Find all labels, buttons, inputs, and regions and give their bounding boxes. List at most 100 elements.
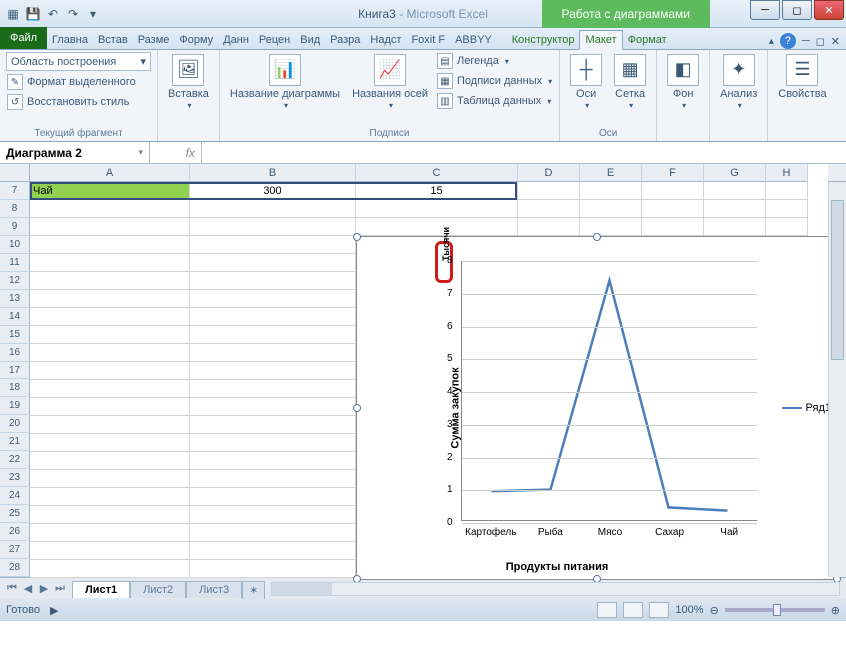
cell[interactable] (190, 434, 356, 452)
row-header[interactable]: 26 (0, 523, 30, 541)
doc-close-icon[interactable]: ✕ (831, 35, 840, 48)
file-tab[interactable]: Файл (0, 27, 47, 49)
gridlines-button[interactable]: ▦Сетка (610, 52, 650, 126)
resize-handle[interactable] (353, 233, 361, 241)
sheet-tab[interactable]: Лист1 (72, 581, 130, 598)
tab-insert[interactable]: Встав (93, 31, 133, 49)
zoom-level[interactable]: 100% (675, 604, 703, 616)
cell[interactable] (30, 524, 190, 542)
tab-developer[interactable]: Разра (325, 31, 365, 49)
column-header[interactable]: G (704, 164, 766, 182)
row-header[interactable]: 20 (0, 415, 30, 433)
cell[interactable] (518, 218, 580, 236)
cell[interactable] (190, 308, 356, 326)
reset-style-button[interactable]: ↺ Восстановить стиль (6, 93, 151, 111)
minimize-ribbon-icon[interactable]: ▴ (769, 36, 774, 47)
cell[interactable] (190, 290, 356, 308)
page-break-view-button[interactable] (649, 602, 669, 618)
tab-foxit[interactable]: Foxit F (406, 31, 450, 49)
column-header[interactable]: F (642, 164, 704, 182)
redo-icon[interactable]: ↷ (64, 5, 82, 23)
row-header[interactable]: 28 (0, 559, 30, 577)
cell[interactable] (30, 470, 190, 488)
cell[interactable] (30, 542, 190, 560)
row-header[interactable]: 24 (0, 487, 30, 505)
fx-button[interactable]: fx (150, 142, 202, 163)
data-table-button[interactable]: ▥Таблица данных (436, 92, 553, 110)
axis-titles-button[interactable]: 📈 Названия осей (348, 52, 432, 126)
tab-view[interactable]: Вид (295, 31, 325, 49)
new-sheet-button[interactable]: ✶ (242, 581, 265, 599)
name-box[interactable]: Диаграмма 2▾ (0, 142, 150, 163)
zoom-thumb[interactable] (773, 604, 781, 616)
cell[interactable] (30, 200, 190, 218)
sheet-nav-prev[interactable]: ◀ (20, 582, 36, 595)
cell[interactable] (190, 398, 356, 416)
save-icon[interactable]: 💾 (24, 5, 42, 23)
analysis-button[interactable]: ✦Анализ (716, 52, 761, 126)
sheet-nav-next[interactable]: ▶ (36, 582, 52, 595)
maximize-button[interactable]: ◻ (782, 0, 812, 20)
cell[interactable]: Чай (30, 182, 190, 200)
cell[interactable] (518, 182, 580, 200)
cell[interactable] (30, 380, 190, 398)
chart-object[interactable]: Сумма закупок Тысячи Ряд1 Продукты питан… (356, 236, 838, 580)
cell[interactable] (30, 326, 190, 344)
cell[interactable] (190, 470, 356, 488)
cell[interactable] (190, 560, 356, 578)
cell[interactable] (30, 290, 190, 308)
cell[interactable] (190, 200, 356, 218)
tab-review[interactable]: Рецен (254, 31, 295, 49)
zoom-slider[interactable] (725, 608, 825, 612)
sheet-nav-first[interactable]: ⏮ (4, 582, 20, 595)
help-icon[interactable]: ? (780, 33, 796, 49)
cell[interactable] (190, 272, 356, 290)
close-button[interactable]: ✕ (814, 0, 844, 20)
cell[interactable] (190, 506, 356, 524)
cell[interactable] (766, 218, 808, 236)
background-button[interactable]: ◧Фон (663, 52, 703, 126)
normal-view-button[interactable] (597, 602, 617, 618)
cell[interactable] (190, 254, 356, 272)
vertical-scrollbar[interactable] (828, 182, 846, 577)
cell[interactable] (30, 452, 190, 470)
doc-minimize-icon[interactable]: ─ (802, 35, 810, 47)
cell[interactable] (190, 416, 356, 434)
tab-abbyy[interactable]: ABBYY (450, 31, 497, 49)
row-header[interactable]: 11 (0, 254, 30, 272)
cell[interactable] (704, 200, 766, 218)
cell[interactable] (580, 200, 642, 218)
spreadsheet-grid[interactable]: 7891011121314151617181920212223242526272… (0, 182, 846, 577)
row-header[interactable]: 7 (0, 182, 30, 200)
cell[interactable] (580, 218, 642, 236)
row-header[interactable]: 17 (0, 362, 30, 380)
row-header[interactable]: 25 (0, 505, 30, 523)
cell[interactable] (642, 218, 704, 236)
column-header[interactable]: B (190, 164, 356, 182)
cell[interactable] (190, 452, 356, 470)
resize-handle[interactable] (353, 404, 361, 412)
cell[interactable] (190, 344, 356, 362)
cell[interactable] (30, 272, 190, 290)
tab-data[interactable]: Данн (218, 31, 254, 49)
cell[interactable] (518, 200, 580, 218)
cell[interactable] (30, 416, 190, 434)
cell[interactable] (704, 182, 766, 200)
row-header[interactable]: 23 (0, 469, 30, 487)
tab-chart-design[interactable]: Конструктор (507, 31, 580, 49)
row-header[interactable]: 9 (0, 218, 30, 236)
tab-formulas[interactable]: Форму (174, 31, 218, 49)
row-header[interactable]: 27 (0, 541, 30, 559)
sheet-nav-last[interactable]: ⏭ (52, 582, 68, 595)
cell[interactable] (30, 434, 190, 452)
chart-elements-dropdown[interactable]: Область построения▾ (6, 52, 151, 71)
cell[interactable] (190, 488, 356, 506)
tab-chart-layout[interactable]: Макет (579, 30, 622, 50)
column-header[interactable]: A (30, 164, 190, 182)
chart-title-button[interactable]: 📊 Название диаграммы (226, 52, 344, 126)
row-header[interactable]: 10 (0, 236, 30, 254)
undo-icon[interactable]: ↶ (44, 5, 62, 23)
cell[interactable] (30, 218, 190, 236)
formula-input[interactable] (202, 142, 846, 163)
format-selection-button[interactable]: ✎ Формат выделенного (6, 73, 151, 91)
